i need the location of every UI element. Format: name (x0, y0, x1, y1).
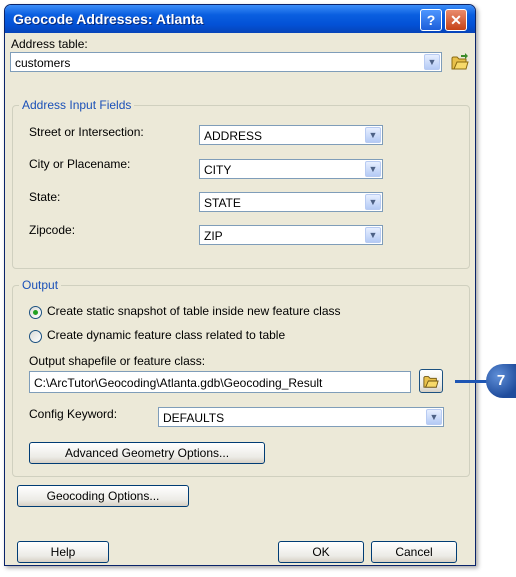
chevron-down-icon[interactable]: ▼ (365, 161, 381, 177)
help-button[interactable]: Help (17, 541, 109, 563)
step-callout: 7 (486, 364, 516, 398)
state-label: State: (29, 190, 61, 204)
zipcode-value: ZIP (204, 229, 223, 243)
street-value: ADDRESS (204, 129, 263, 143)
close-button[interactable]: ✕ (445, 9, 467, 31)
cancel-button[interactable]: Cancel (371, 541, 457, 563)
open-folder-icon[interactable] (451, 53, 469, 71)
city-label: City or Placename: (29, 157, 131, 171)
radio-dynamic[interactable] (29, 330, 42, 343)
street-combo[interactable]: ADDRESS ▼ (199, 125, 383, 145)
title-bar[interactable]: Geocode Addresses: Atlanta ? ✕ (5, 5, 475, 33)
chevron-down-icon[interactable]: ▼ (426, 409, 442, 425)
browse-output-button[interactable] (419, 369, 443, 393)
ok-button[interactable]: OK (278, 541, 364, 563)
chevron-down-icon[interactable]: ▼ (365, 127, 381, 143)
config-keyword-value: DEFAULTS (163, 411, 225, 425)
zipcode-label: Zipcode: (29, 223, 76, 237)
radio-static-label[interactable]: Create static snapshot of table inside n… (47, 304, 341, 318)
config-keyword-combo[interactable]: DEFAULTS ▼ (158, 407, 444, 427)
address-input-legend: Address Input Fields (19, 98, 135, 112)
radio-selected-dot (33, 310, 38, 315)
address-table-combo[interactable]: customers ▼ (10, 52, 442, 72)
open-folder-icon (423, 376, 439, 388)
geocoding-options-button[interactable]: Geocoding Options... (17, 485, 189, 507)
geocode-dialog: Geocode Addresses: Atlanta ? ✕ Address t… (4, 4, 476, 566)
state-combo[interactable]: STATE ▼ (199, 192, 383, 212)
help-title-button[interactable]: ? (420, 9, 442, 31)
address-table-label: Address table: (11, 37, 88, 51)
street-label: Street or Intersection: (29, 125, 144, 139)
window-title: Geocode Addresses: Atlanta (13, 11, 204, 27)
shapefile-label: Output shapefile or feature class: (29, 354, 206, 368)
city-combo[interactable]: CITY ▼ (199, 159, 383, 179)
chevron-down-icon[interactable]: ▼ (365, 194, 381, 210)
shapefile-input[interactable]: C:\ArcTutor\Geocoding\Atlanta.gdb\Geocod… (29, 371, 411, 393)
radio-static[interactable] (29, 306, 42, 319)
shapefile-value: C:\ArcTutor\Geocoding\Atlanta.gdb\Geocod… (34, 376, 323, 390)
city-value: CITY (204, 163, 232, 177)
address-table-value: customers (15, 56, 71, 70)
state-value: STATE (204, 196, 241, 210)
chevron-down-icon[interactable]: ▼ (365, 227, 381, 243)
chevron-down-icon[interactable]: ▼ (424, 54, 440, 70)
advanced-geometry-button[interactable]: Advanced Geometry Options... (29, 442, 265, 464)
radio-dynamic-label[interactable]: Create dynamic feature class related to … (47, 328, 285, 342)
config-keyword-label: Config Keyword: (29, 407, 118, 421)
output-legend: Output (19, 278, 62, 292)
zipcode-combo[interactable]: ZIP ▼ (199, 225, 383, 245)
